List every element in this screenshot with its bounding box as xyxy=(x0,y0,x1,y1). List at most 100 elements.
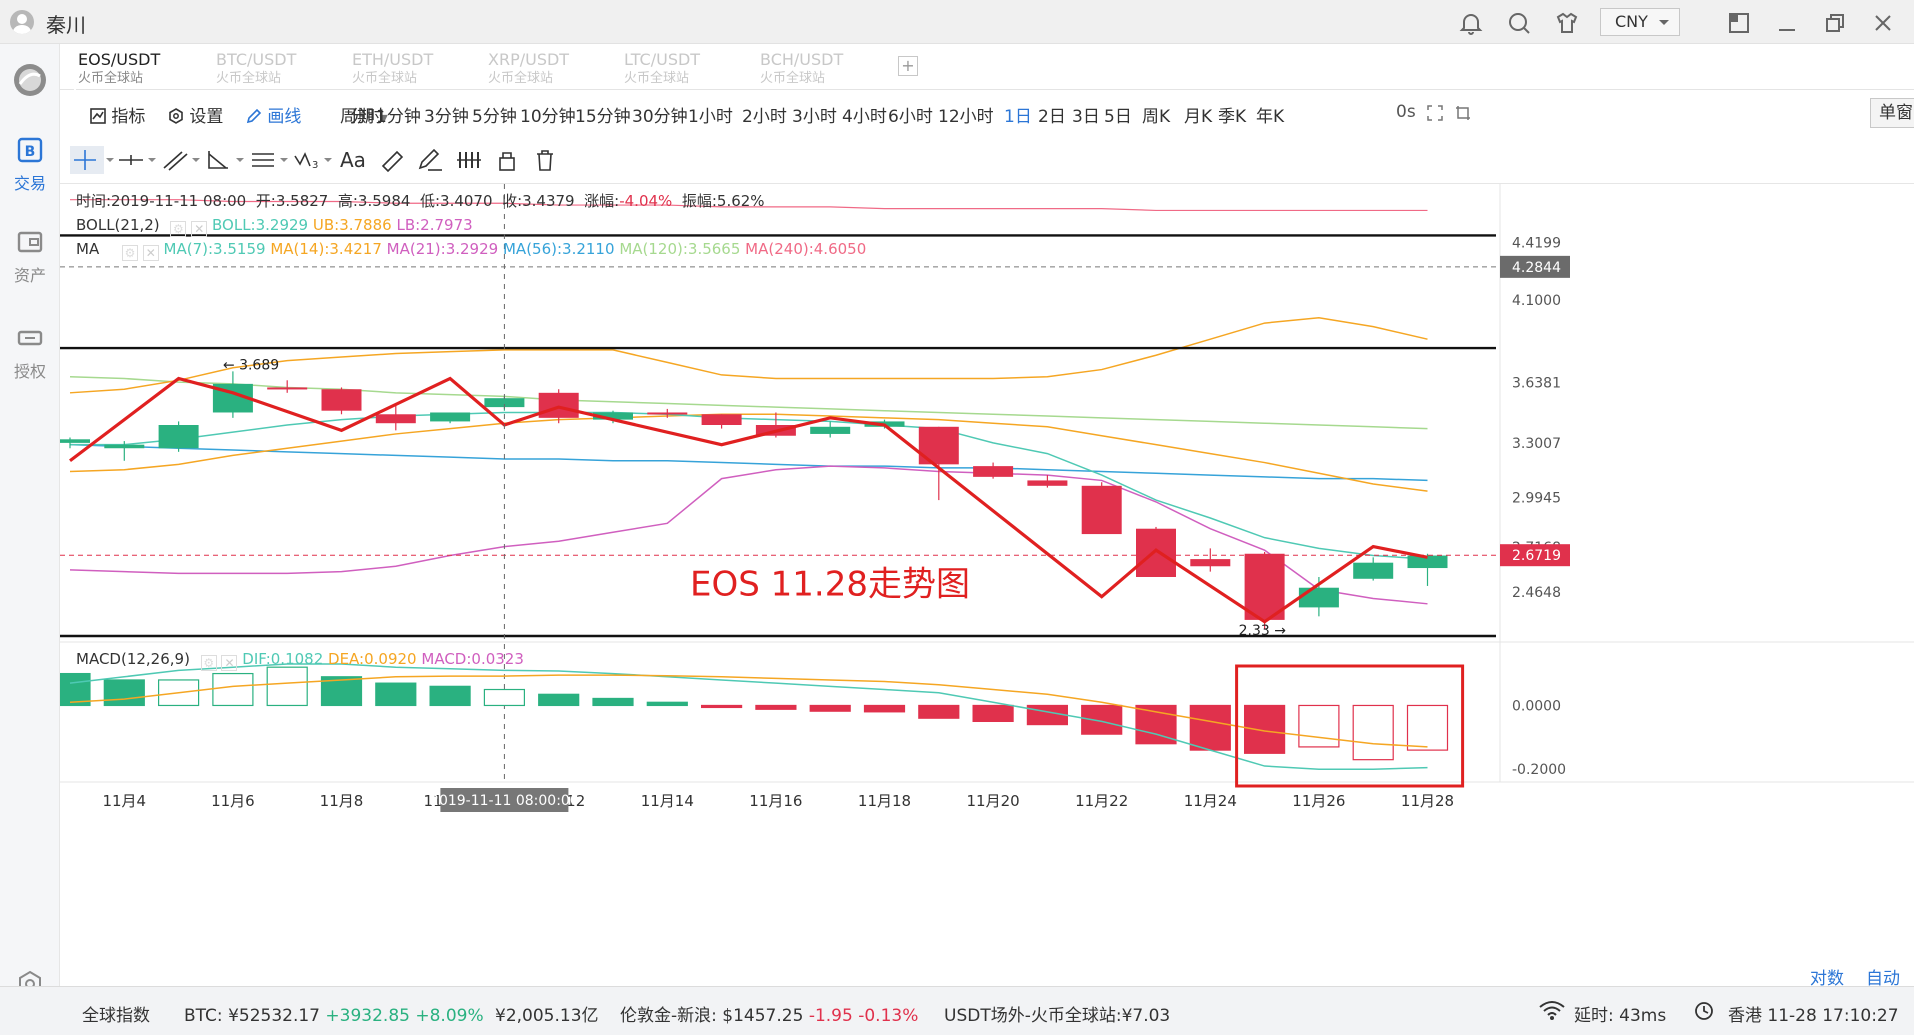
tab-xrp-usdt[interactable]: XRP/USDT 火币全球站 xyxy=(488,50,624,86)
period-10[interactable]: 4小时 xyxy=(842,102,887,127)
macd-histogram-bar xyxy=(266,666,308,707)
draw-button[interactable]: 画线 xyxy=(246,102,301,127)
period-1[interactable]: 1分钟 xyxy=(376,102,421,127)
candle-body xyxy=(430,412,471,422)
currency-select[interactable]: CNY xyxy=(1600,8,1680,36)
time-axis-label: 11月18 xyxy=(858,792,911,810)
period-5[interactable]: 15分钟 xyxy=(575,102,631,127)
minimize-icon[interactable] xyxy=(1774,10,1800,36)
magnet-tool[interactable] xyxy=(454,146,484,174)
period-17[interactable]: 周K xyxy=(1142,102,1170,127)
period-16[interactable]: 5日 xyxy=(1104,102,1132,127)
chart-canvas[interactable]: 4.41994.10003.63813.30072.99452.71682.46… xyxy=(60,184,1914,986)
kline-chart[interactable]: 4.41994.10003.63813.30072.99452.71682.46… xyxy=(60,184,1914,989)
ma-close-icon[interactable]: ✕ xyxy=(142,245,159,261)
skin-icon[interactable] xyxy=(1554,10,1580,36)
period-13[interactable]: 1日 xyxy=(1004,102,1032,127)
tab-source: 火币全球站 xyxy=(624,71,690,86)
period-9[interactable]: 3小时 xyxy=(792,102,837,127)
macd-histogram-bar xyxy=(1243,704,1286,754)
gold-change: -1.95 xyxy=(808,1006,853,1026)
period-11[interactable]: 6小时 xyxy=(888,102,933,127)
market-tabs: EOS/USDT 火币全球站 BTC/USDT 火币全球站 ETH/USDT 火币全球… xyxy=(60,44,1914,90)
macd-histogram-bar xyxy=(1189,704,1231,751)
candle-body xyxy=(1081,485,1122,535)
sidebar-item-assets[interactable]: 资产 xyxy=(0,228,60,286)
btc-volume: ¥2,005.13亿 xyxy=(495,1006,599,1026)
macd-histogram-bar xyxy=(809,704,851,712)
ma120-line xyxy=(69,375,1428,430)
pin-window-icon[interactable] xyxy=(1726,10,1752,36)
period-3[interactable]: 5分钟 xyxy=(472,102,517,127)
open-value: 开:3.5827 xyxy=(255,192,329,210)
macd-close-icon[interactable]: ✕ xyxy=(221,655,238,671)
bell-icon[interactable] xyxy=(1458,10,1484,36)
period-8[interactable]: 2小时 xyxy=(742,102,787,127)
period-7[interactable]: 1小时 xyxy=(688,102,733,127)
period-12[interactable]: 12小时 xyxy=(938,102,994,127)
period-19[interactable]: 季K xyxy=(1218,102,1246,127)
macd-histogram-bar xyxy=(592,697,634,707)
brush-tool[interactable] xyxy=(416,146,446,174)
parallel-line-tool[interactable] xyxy=(160,146,200,174)
btc-label: BTC: xyxy=(184,1006,223,1026)
time-axis-label: 11月20 xyxy=(967,792,1020,810)
username: 秦川 xyxy=(46,13,86,37)
macd-axis-label: -0.2000 xyxy=(1512,762,1566,778)
latency-label: 延时: xyxy=(1574,1006,1614,1026)
restore-icon[interactable] xyxy=(1822,10,1848,36)
boll-settings-icon[interactable]: ⚙ xyxy=(170,221,187,237)
period-20[interactable]: 年K xyxy=(1256,102,1284,127)
sidebar-label-assets: 资产 xyxy=(13,266,46,285)
boll-close-icon[interactable]: ✕ xyxy=(191,221,208,237)
period-4[interactable]: 10分钟 xyxy=(520,102,576,127)
fullscreen-icon[interactable] xyxy=(1426,104,1444,122)
tab-bch-usdt[interactable]: BCH/USDT 火币全球站 xyxy=(760,50,896,86)
ruler-tool[interactable] xyxy=(378,146,408,174)
channel-tool[interactable] xyxy=(248,146,288,174)
macd-histogram-bar xyxy=(972,704,1014,723)
search-icon[interactable] xyxy=(1506,10,1532,36)
period-6[interactable]: 30分钟 xyxy=(632,102,688,127)
add-tab-button[interactable]: + xyxy=(898,56,918,76)
drawing-toolbar: 3 Aa xyxy=(60,136,1914,184)
period-2[interactable]: 3分钟 xyxy=(424,102,469,127)
global-index-label[interactable]: 全球指数 xyxy=(82,1001,150,1026)
close-icon[interactable] xyxy=(1870,10,1896,36)
period-15[interactable]: 3日 xyxy=(1072,102,1100,127)
crosshair-tool[interactable] xyxy=(70,146,114,174)
usdt-ticker: USDT场外-火币全球站:¥7.03 xyxy=(944,1001,1170,1026)
wave-tool[interactable]: 3 xyxy=(292,146,332,174)
tab-eth-usdt[interactable]: ETH/USDT 火币全球站 xyxy=(352,50,488,86)
macd-histogram-bar xyxy=(1298,704,1340,748)
tab-ltc-usdt[interactable]: LTC/USDT 火币全球站 xyxy=(624,50,760,86)
user-avatar[interactable] xyxy=(10,10,34,34)
window-mode-select[interactable]: 单窗口 xyxy=(1870,98,1914,128)
horizontal-line-tool[interactable] xyxy=(116,146,156,174)
period-14[interactable]: 2日 xyxy=(1038,102,1066,127)
sidebar-item-auth[interactable]: 授权 xyxy=(0,324,60,382)
screenshot-icon[interactable] xyxy=(1454,104,1472,122)
tab-source: 火币全球站 xyxy=(488,71,554,86)
tab-eos-usdt[interactable]: EOS/USDT 火币全球站 xyxy=(74,44,214,90)
indicator-button[interactable]: 指标 xyxy=(90,102,145,127)
trash-icon xyxy=(537,150,553,171)
ma-settings-icon[interactable]: ⚙ xyxy=(121,245,138,261)
lock-tool[interactable] xyxy=(492,146,522,174)
delete-tool[interactable] xyxy=(530,146,560,174)
tab-btc-usdt[interactable]: BTC/USDT 火币全球站 xyxy=(216,50,352,86)
period-18[interactable]: 月K xyxy=(1184,102,1212,127)
svg-text:3: 3 xyxy=(312,160,318,171)
magnet-icon xyxy=(457,152,481,168)
time-axis-label: 11月28 xyxy=(1401,792,1454,810)
price-axis-label: 4.4199 xyxy=(1512,236,1561,252)
high-annotation: ← 3.689 xyxy=(223,357,279,373)
text-tool[interactable]: Aa xyxy=(340,146,370,174)
angle-tool[interactable] xyxy=(204,146,244,174)
sidebar-item-trade[interactable]: B 交易 xyxy=(0,136,60,194)
macd-settings-icon[interactable]: ⚙ xyxy=(200,655,217,671)
dif-value: DIF:0.1082 xyxy=(242,650,324,668)
settings-button[interactable]: 设置 xyxy=(168,102,223,127)
dea-value: DEA:0.0920 xyxy=(328,650,417,668)
macd-histogram-bar xyxy=(646,701,688,707)
